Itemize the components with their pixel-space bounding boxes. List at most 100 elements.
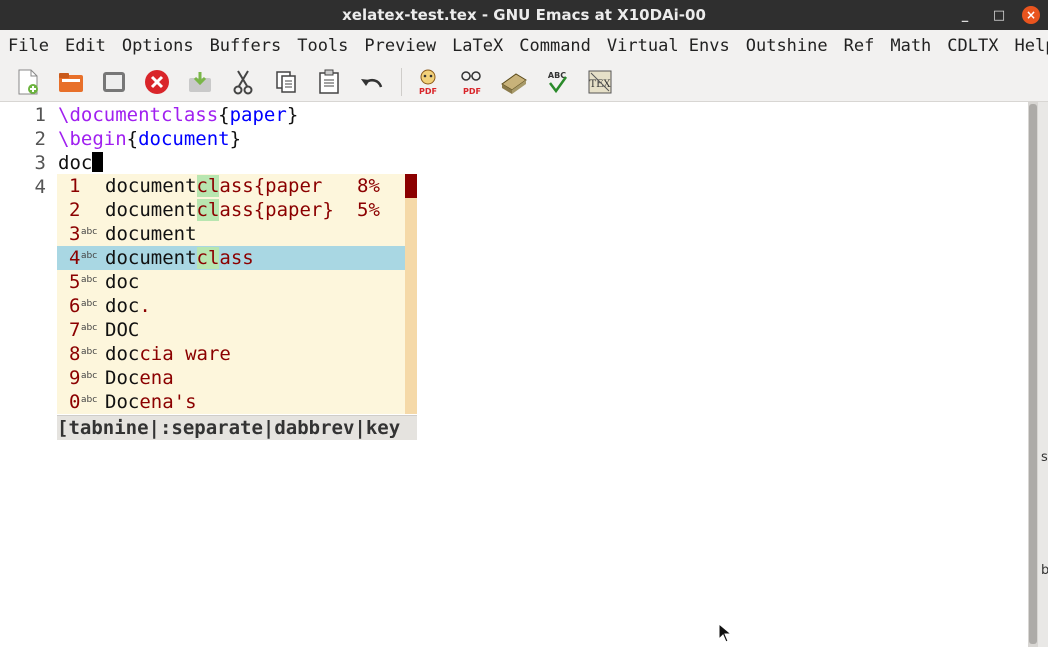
dabbrev-source-badge: abc bbox=[81, 275, 98, 285]
candidate-prefix: document bbox=[105, 175, 197, 197]
menu-outshine[interactable]: Outshine bbox=[738, 30, 836, 62]
menu-bar: File Edit Options Buffers Tools Preview … bbox=[0, 30, 1048, 62]
candidate-text: doc bbox=[105, 270, 139, 294]
menu-tools[interactable]: Tools bbox=[289, 30, 356, 62]
brace: } bbox=[286, 104, 299, 126]
completion-candidate[interactable]: 3 abc document bbox=[57, 222, 405, 246]
candidate-prefix: doc bbox=[105, 271, 140, 293]
dired-icon[interactable] bbox=[100, 68, 128, 96]
toolbar-separator bbox=[401, 67, 402, 96]
candidate-number: 0 bbox=[69, 391, 81, 413]
dabbrev-source-badge: abc bbox=[81, 395, 98, 405]
latex-command: \begin bbox=[58, 128, 127, 150]
candidate-rest: ass{paper bbox=[219, 175, 323, 197]
minimize-button[interactable]: _ bbox=[948, 0, 982, 30]
candidate-number: 8 bbox=[69, 343, 81, 365]
latex-argument: document bbox=[138, 128, 230, 150]
paste-icon[interactable] bbox=[315, 68, 343, 96]
candidate-prefix: document bbox=[105, 199, 197, 221]
candidate-number: 5 bbox=[69, 271, 81, 293]
line-number: 3 bbox=[34, 152, 46, 174]
menu-help[interactable]: Help bbox=[1006, 30, 1048, 62]
code-line[interactable]: doc bbox=[58, 152, 104, 174]
candidate-prefix: DOC bbox=[105, 319, 140, 341]
menu-edit[interactable]: Edit bbox=[57, 30, 114, 62]
candidate-text: DOC bbox=[105, 318, 139, 342]
brace: { bbox=[218, 104, 230, 126]
undo-icon[interactable] bbox=[358, 68, 386, 96]
save-icon[interactable] bbox=[186, 68, 214, 96]
completion-candidate[interactable]: 5 abc doc bbox=[57, 270, 405, 294]
candidate-rest: ass bbox=[219, 247, 254, 269]
candidate-text: document bbox=[105, 222, 197, 246]
candidate-number: 9 bbox=[69, 367, 81, 389]
brace: } bbox=[229, 128, 242, 150]
candidate-text: Docena's bbox=[105, 390, 197, 414]
line-number: 1 bbox=[34, 104, 46, 126]
menu-command[interactable]: Command bbox=[511, 30, 599, 62]
copy-icon[interactable] bbox=[272, 68, 300, 96]
candidate-text: doc. bbox=[105, 294, 151, 318]
latex-pdf-icon[interactable]: PDF bbox=[414, 68, 442, 96]
dabbrev-source-badge: abc bbox=[81, 299, 98, 309]
popup-scroll-thumb[interactable] bbox=[405, 174, 417, 198]
completion-candidate[interactable]: 6 abc doc. bbox=[57, 294, 405, 318]
tex-clean-icon[interactable]: TEX bbox=[586, 68, 614, 96]
dabbrev-source-badge: abc bbox=[81, 371, 98, 381]
candidate-probability: 8% bbox=[357, 175, 380, 197]
menu-preview[interactable]: Preview bbox=[356, 30, 444, 62]
text-cursor bbox=[92, 152, 104, 172]
code-line[interactable]: \documentclass{paper} bbox=[58, 104, 298, 126]
candidate-prefix: Doc bbox=[105, 391, 140, 413]
close-buffer-icon[interactable] bbox=[143, 68, 171, 96]
new-file-icon[interactable] bbox=[14, 68, 42, 96]
completion-candidate[interactable]: 8 abc doccia ware bbox=[57, 342, 405, 366]
menu-math[interactable]: Math bbox=[882, 30, 939, 62]
menu-file[interactable]: File bbox=[0, 30, 57, 62]
candidate-highlight: cl bbox=[196, 199, 220, 221]
candidate-text: documentclass{paper} bbox=[105, 198, 334, 222]
candidate-highlight: cl bbox=[196, 175, 220, 197]
candidate-highlight: cl bbox=[196, 247, 220, 269]
completion-candidate[interactable]: 4 abc documentclass bbox=[57, 246, 405, 270]
cut-icon[interactable] bbox=[229, 68, 257, 96]
menu-ref[interactable]: Ref bbox=[836, 30, 883, 62]
completion-candidate[interactable]: 0 abc Docena's bbox=[57, 390, 405, 414]
bibtex-icon[interactable] bbox=[500, 68, 528, 96]
menu-latex[interactable]: LaTeX bbox=[444, 30, 511, 62]
menu-options[interactable]: Options bbox=[114, 30, 202, 62]
candidate-prefix: document bbox=[105, 223, 197, 245]
popup-scrollbar[interactable] bbox=[405, 174, 417, 414]
background-window-edge: s b bbox=[1038, 102, 1048, 647]
scroll-thumb[interactable] bbox=[1029, 104, 1037, 644]
close-window-button[interactable]: × bbox=[1022, 6, 1040, 24]
candidate-text: Docena bbox=[105, 366, 174, 390]
code-line[interactable]: \begin{document} bbox=[58, 128, 241, 150]
window-controls: _ □ × bbox=[948, 0, 1048, 30]
completion-candidate[interactable]: 9 abc Docena bbox=[57, 366, 405, 390]
menu-cdltx[interactable]: CDLTX bbox=[939, 30, 1006, 62]
view-pdf-icon[interactable]: PDF bbox=[457, 68, 485, 96]
svg-text:TEX: TEX bbox=[589, 79, 611, 90]
candidate-prefix: doc bbox=[105, 295, 140, 317]
menu-buffers[interactable]: Buffers bbox=[202, 30, 290, 62]
maximize-button[interactable]: □ bbox=[982, 0, 1016, 30]
spell-check-icon[interactable]: ABC bbox=[543, 68, 571, 96]
candidate-prefix: Doc bbox=[105, 367, 140, 389]
candidate-number: 4 bbox=[69, 247, 81, 269]
candidate-text: documentclass{paper bbox=[105, 174, 322, 198]
latex-argument: paper bbox=[229, 104, 287, 126]
brace: { bbox=[126, 128, 139, 150]
candidate-rest: ena bbox=[139, 367, 174, 389]
completion-candidate[interactable]: 2 documentclass{paper} 5% bbox=[57, 198, 405, 222]
menu-virtual-envs[interactable]: Virtual Envs bbox=[599, 30, 738, 62]
completion-candidate[interactable]: 1 documentclass{paper 8% bbox=[57, 174, 405, 198]
candidate-number: 6 bbox=[69, 295, 81, 317]
candidate-probability: 5% bbox=[357, 199, 380, 221]
open-folder-icon[interactable] bbox=[57, 68, 85, 96]
completion-candidate[interactable]: 7 abc DOC bbox=[57, 318, 405, 342]
completion-popup: 1 documentclass{paper 8% 2 documentclass{pap… bbox=[57, 174, 417, 414]
svg-text:PDF: PDF bbox=[463, 87, 481, 96]
candidate-number: 2 bbox=[69, 199, 81, 221]
line-number: 4 bbox=[34, 176, 46, 198]
